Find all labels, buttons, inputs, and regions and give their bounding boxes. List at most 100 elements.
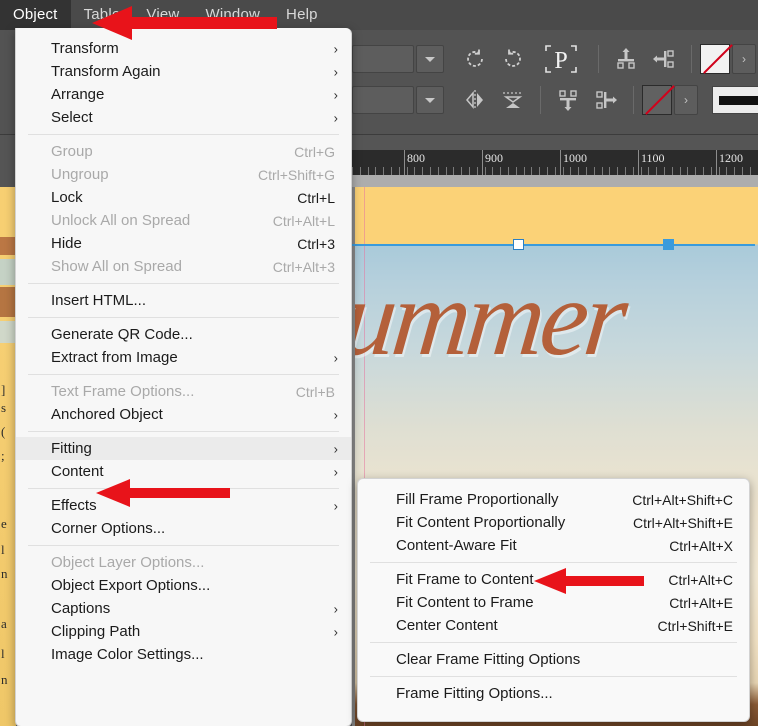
submenu-item-fit-content-proportionally[interactable]: Fit Content ProportionallyCtrl+Alt+Shift… bbox=[358, 511, 749, 534]
menu-item-generate-qr-code[interactable]: Generate QR Code... bbox=[16, 323, 351, 346]
flip-vertical-icon[interactable] bbox=[494, 84, 532, 116]
submenu-item-content-aware-fit[interactable]: Content-Aware FitCtrl+Alt+X bbox=[358, 534, 749, 557]
menu-item-fitting[interactable]: Fitting› bbox=[16, 437, 351, 460]
menu-item-label: Lock bbox=[51, 189, 83, 206]
object-menu-dropdown[interactable]: Transform›Transform Again›Arrange›Select… bbox=[15, 28, 352, 726]
scale-y-dropdown[interactable] bbox=[416, 86, 444, 114]
submenu-item-label: Clear Frame Fitting Options bbox=[396, 651, 580, 668]
align-left-icon[interactable] bbox=[645, 43, 683, 75]
menu-item-show-all-on-spread: Show All on SpreadCtrl+Alt+3 bbox=[16, 255, 351, 278]
ruler-minor-tick bbox=[508, 167, 509, 175]
ruler-minor-tick bbox=[516, 167, 517, 175]
ruler-minor-tick bbox=[352, 167, 353, 175]
document-left-edge: ] s ( ; e l n a l n bbox=[0, 187, 16, 726]
submenu-separator bbox=[370, 676, 737, 677]
menu-item-lock[interactable]: Lock Ctrl+L bbox=[16, 186, 351, 209]
submenu-item-label: Frame Fitting Options... bbox=[396, 685, 553, 702]
ruler-minor-tick bbox=[360, 167, 361, 175]
menu-item-content[interactable]: Content› bbox=[16, 460, 351, 483]
ruler-minor-tick bbox=[633, 167, 634, 175]
submenu-item-shortcut: Ctrl+Alt+C bbox=[668, 572, 733, 588]
ruler-minor-tick bbox=[446, 167, 447, 175]
chevron-right-icon: › bbox=[334, 602, 338, 615]
submenu-item-fill-frame-proportionally[interactable]: Fill Frame ProportionallyCtrl+Alt+Shift+… bbox=[358, 488, 749, 511]
menu-item-label: Object Export Options... bbox=[51, 577, 210, 594]
submenu-item-clear-frame-fitting-options[interactable]: Clear Frame Fitting Options bbox=[358, 648, 749, 671]
menu-separator bbox=[28, 374, 339, 375]
panel-divider bbox=[598, 45, 599, 73]
rotate-counterclockwise-icon[interactable] bbox=[494, 43, 532, 75]
menu-item-label: Captions bbox=[51, 600, 110, 617]
chevron-right-icon: › bbox=[334, 88, 338, 101]
flip-horizontal-icon[interactable] bbox=[456, 84, 494, 116]
ruler-minor-tick bbox=[680, 167, 681, 175]
submenu-item-label: Fit Content to Frame bbox=[396, 594, 534, 611]
selection-handle-right[interactable] bbox=[663, 239, 674, 250]
stroke-style-selector[interactable] bbox=[712, 86, 758, 114]
ruler-label: 1000 bbox=[563, 151, 587, 166]
chevron-down-icon-2 bbox=[425, 98, 435, 103]
horizontal-ruler[interactable]: 800900100011001200 bbox=[352, 150, 758, 175]
stroke-style-preview bbox=[719, 96, 758, 105]
ruler-minor-tick bbox=[391, 167, 392, 175]
rotate-clockwise-icon[interactable] bbox=[456, 43, 494, 75]
chevron-right-icon: › bbox=[334, 465, 338, 478]
menu-item-hide[interactable]: HideCtrl+3 bbox=[16, 232, 351, 255]
menu-item-unlock-all-on-spread: Unlock All on SpreadCtrl+Alt+L bbox=[16, 209, 351, 232]
menu-item-transform[interactable]: Transform› bbox=[16, 37, 351, 60]
menu-item-shortcut: Ctrl+L bbox=[297, 190, 335, 206]
menu-item-clipping-path[interactable]: Clipping Path› bbox=[16, 620, 351, 643]
align-bottom-icon[interactable] bbox=[549, 84, 587, 116]
menu-separator bbox=[28, 488, 339, 489]
fitting-submenu[interactable]: Fill Frame ProportionallyCtrl+Alt+Shift+… bbox=[357, 478, 750, 722]
align-top-icon[interactable] bbox=[607, 43, 645, 75]
ruler-minor-tick bbox=[469, 167, 470, 175]
menu-bar-item-table[interactable]: Table bbox=[71, 0, 134, 30]
headline-text[interactable]: ummer bbox=[355, 265, 758, 373]
menu-bar-item-window[interactable]: Window bbox=[192, 0, 273, 30]
scale-x-field[interactable] bbox=[352, 45, 414, 73]
submenu-item-frame-fitting-options[interactable]: Frame Fitting Options... bbox=[358, 682, 749, 705]
scale-y-field[interactable] bbox=[352, 86, 414, 114]
menu-item-label: Corner Options... bbox=[51, 520, 165, 537]
menu-bar-item-view[interactable]: View bbox=[133, 0, 192, 30]
menu-item-anchored-object[interactable]: Anchored Object› bbox=[16, 403, 351, 426]
submenu-item-center-content[interactable]: Center ContentCtrl+Shift+E bbox=[358, 614, 749, 637]
ruler-minor-tick bbox=[570, 167, 571, 175]
stroke-swatch-expand[interactable]: › bbox=[674, 85, 698, 115]
fill-swatch-expand[interactable]: › bbox=[732, 44, 756, 74]
menu-item-arrange[interactable]: Arrange› bbox=[16, 83, 351, 106]
menu-item-shortcut: Ctrl+Alt+3 bbox=[273, 259, 335, 275]
fill-swatch-none[interactable] bbox=[700, 44, 730, 74]
scale-x-dropdown[interactable] bbox=[416, 45, 444, 73]
menu-bar-item-object[interactable]: Object bbox=[0, 0, 71, 30]
stroke-swatch-none[interactable] bbox=[642, 85, 672, 115]
align-right-icon[interactable] bbox=[587, 84, 625, 116]
chevron-right-icon: › bbox=[334, 499, 338, 512]
menu-item-transform-again[interactable]: Transform Again› bbox=[16, 60, 351, 83]
submenu-item-fit-content-to-frame[interactable]: Fit Content to Frame Ctrl+Alt+E bbox=[358, 591, 749, 614]
ruler-minor-tick bbox=[524, 167, 525, 175]
ruler-minor-tick bbox=[422, 167, 423, 175]
ruler-label: 1100 bbox=[641, 151, 665, 166]
submenu-item-shortcut: Ctrl+Alt+E bbox=[669, 595, 733, 611]
submenu-item-fit-frame-to-content[interactable]: Fit Frame to Content Ctrl+Alt+C bbox=[358, 568, 749, 591]
menu-item-image-color-settings[interactable]: Image Color Settings... bbox=[16, 643, 351, 666]
menu-item-extract-from-image[interactable]: Extract from Image› bbox=[16, 346, 351, 369]
submenu-item-label: Fit Frame to Content bbox=[396, 571, 534, 588]
menu-item-corner-options[interactable]: Corner Options... bbox=[16, 517, 351, 540]
ruler-minor-tick bbox=[531, 167, 532, 175]
menu-item-effects[interactable]: Effects› bbox=[16, 494, 351, 517]
ruler-minor-tick bbox=[453, 167, 454, 175]
menu-bar-item-help[interactable]: Help bbox=[273, 0, 331, 30]
ruler-label: 1200 bbox=[719, 151, 743, 166]
menu-item-shortcut: Ctrl+Alt+L bbox=[273, 213, 335, 229]
menu-item-insert-html[interactable]: Insert HTML... bbox=[16, 289, 351, 312]
menu-item-shortcut: Ctrl+Shift+G bbox=[258, 167, 335, 183]
menu-item-select[interactable]: Select› bbox=[16, 106, 351, 129]
menu-item-captions[interactable]: Captions › bbox=[16, 597, 351, 620]
ruler-major-tick bbox=[716, 150, 717, 175]
text-frame-p-icon[interactable]: P bbox=[532, 43, 590, 75]
menu-item-object-export-options[interactable]: Object Export Options... bbox=[16, 574, 351, 597]
selection-handle-center[interactable] bbox=[513, 239, 524, 250]
